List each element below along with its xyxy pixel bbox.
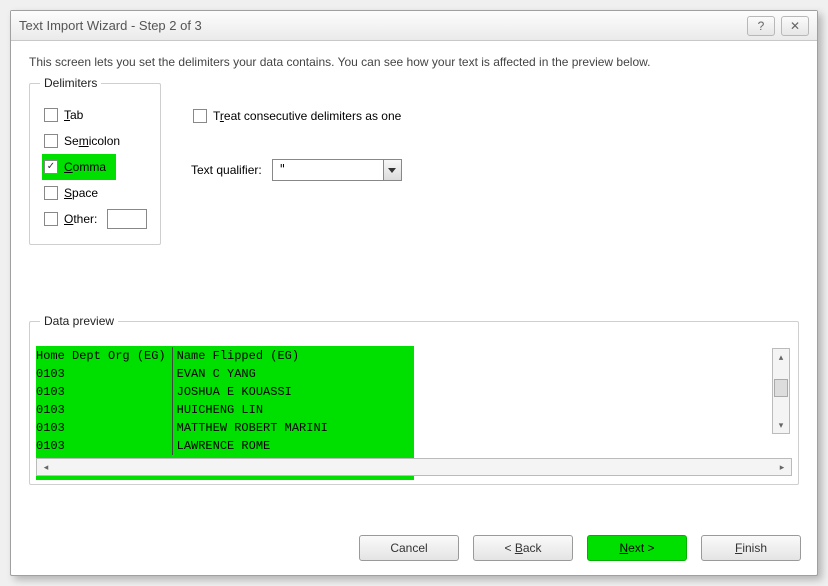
checkbox-comma-label: Comma xyxy=(64,160,106,174)
horizontal-scrollbar[interactable]: ◂ ▸ xyxy=(36,458,792,476)
checkbox-space[interactable] xyxy=(44,186,58,200)
delimiters-group: Delimiters Tab Semicolon Comma Space xyxy=(29,83,161,245)
preview-column-1: Home Dept Org (EG) 0103 0103 0103 0103 0… xyxy=(36,347,173,455)
preview-column-2: Name Flipped (EG) EVAN C YANG JOSHUA E K… xyxy=(177,347,334,455)
scroll-right-icon[interactable]: ▸ xyxy=(773,462,791,473)
titlebar: Text Import Wizard - Step 2 of 3 ? ✕ xyxy=(11,11,817,41)
checkbox-other-label: Other: xyxy=(64,212,97,226)
checkbox-semicolon-label: Semicolon xyxy=(64,134,120,148)
checkbox-tab-label: Tab xyxy=(64,108,83,122)
text-import-wizard-dialog: Text Import Wizard - Step 2 of 3 ? ✕ Thi… xyxy=(10,10,818,576)
data-preview-legend: Data preview xyxy=(40,314,118,328)
checkbox-tab[interactable] xyxy=(44,108,58,122)
chevron-down-icon xyxy=(388,168,396,173)
checkbox-comma-row[interactable]: Comma xyxy=(42,154,116,180)
back-button-label: < Back xyxy=(504,541,541,555)
data-preview: Home Dept Org (EG) 0103 0103 0103 0103 0… xyxy=(36,346,792,456)
scroll-left-icon[interactable]: ◂ xyxy=(37,462,55,473)
close-icon: ✕ xyxy=(790,19,800,33)
data-preview-group: Data preview Home Dept Org (EG) 0103 010… xyxy=(29,321,799,485)
checkbox-treat-consecutive-label: Treat consecutive delimiters as one xyxy=(213,109,401,123)
checkbox-comma[interactable] xyxy=(44,160,58,174)
checkbox-semicolon-row[interactable]: Semicolon xyxy=(42,128,150,154)
text-qualifier-select[interactable]: " xyxy=(272,159,402,181)
next-button[interactable]: Next > xyxy=(587,535,687,561)
cancel-button-label: Cancel xyxy=(390,541,427,555)
other-delimiter-input[interactable] xyxy=(107,209,147,229)
text-qualifier-dropdown-button[interactable] xyxy=(383,160,401,180)
help-button[interactable]: ? xyxy=(747,16,775,36)
intro-text: This screen lets you set the delimiters … xyxy=(29,55,799,69)
checkbox-semicolon[interactable] xyxy=(44,134,58,148)
checkbox-other-row[interactable]: Other: xyxy=(42,206,150,232)
text-qualifier-value: " xyxy=(273,160,383,180)
checkbox-space-label: Space xyxy=(64,186,98,200)
finish-button[interactable]: Finish xyxy=(701,535,801,561)
cancel-button[interactable]: Cancel xyxy=(359,535,459,561)
back-button[interactable]: < Back xyxy=(473,535,573,561)
checkbox-space-row[interactable]: Space xyxy=(42,180,150,206)
checkbox-treat-consecutive[interactable] xyxy=(193,109,207,123)
button-row: Cancel < Back Next > Finish xyxy=(11,525,817,575)
checkbox-treat-consecutive-row[interactable]: Treat consecutive delimiters as one xyxy=(191,103,402,129)
finish-button-label: Finish xyxy=(735,541,767,555)
help-icon: ? xyxy=(758,19,765,33)
checkbox-other[interactable] xyxy=(44,212,58,226)
dialog-title: Text Import Wizard - Step 2 of 3 xyxy=(19,18,202,33)
next-button-label: Next > xyxy=(619,541,654,555)
close-button[interactable]: ✕ xyxy=(781,16,809,36)
checkbox-tab-row[interactable]: Tab xyxy=(42,102,150,128)
text-qualifier-label: Text qualifier: xyxy=(191,163,262,177)
delimiters-legend: Delimiters xyxy=(40,76,101,90)
